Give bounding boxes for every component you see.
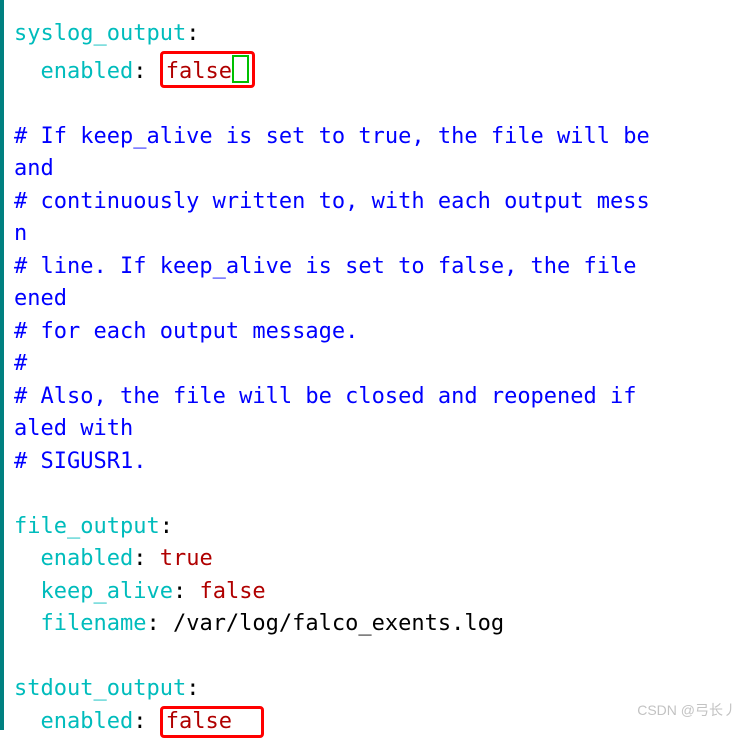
key-keep-alive: keep_alive <box>14 579 173 604</box>
highlight-box: false <box>160 51 255 88</box>
colon: : <box>133 546 160 571</box>
value-filename: /var/log/falco_exents.log <box>173 611 504 636</box>
colon: : <box>173 579 200 604</box>
colon: : <box>186 21 199 46</box>
key-filename: filename <box>14 611 146 636</box>
colon: : <box>146 611 173 636</box>
colon: : <box>160 514 173 539</box>
highlight-box: false <box>160 706 265 738</box>
key-enabled: enabled <box>14 546 133 571</box>
comment-line: # Also, the file will be closed and reop… <box>14 384 650 409</box>
key-stdout-output: stdout_output <box>14 676 186 701</box>
value-false: false <box>199 579 265 604</box>
value-false: false <box>166 59 232 84</box>
comment-line: ened <box>14 286 67 311</box>
key-enabled: enabled <box>14 59 133 84</box>
comment-line: # If keep_alive is set to true, the file… <box>14 124 650 149</box>
watermark-text: CSDN @弓长丿 <box>637 700 737 720</box>
comment-line: # <box>14 351 27 376</box>
key-file-output: file_output <box>14 514 160 539</box>
comment-line: # continuously written to, with each out… <box>14 189 650 214</box>
comment-line: # line. If keep_alive is set to false, t… <box>14 254 650 279</box>
code-editor-view: syslog_output: enabled: false # If keep_… <box>0 0 755 730</box>
comment-line: n <box>14 221 27 246</box>
colon: : <box>186 676 199 701</box>
comment-line: # SIGUSR1. <box>14 449 146 474</box>
comment-line: and <box>14 156 54 181</box>
comment-line: aled with <box>14 416 133 441</box>
key-syslog-output: syslog_output <box>14 21 186 46</box>
value-true: true <box>160 546 213 571</box>
comment-line: # for each output message. <box>14 319 358 344</box>
cursor-icon <box>232 55 249 83</box>
colon: : <box>133 59 160 84</box>
